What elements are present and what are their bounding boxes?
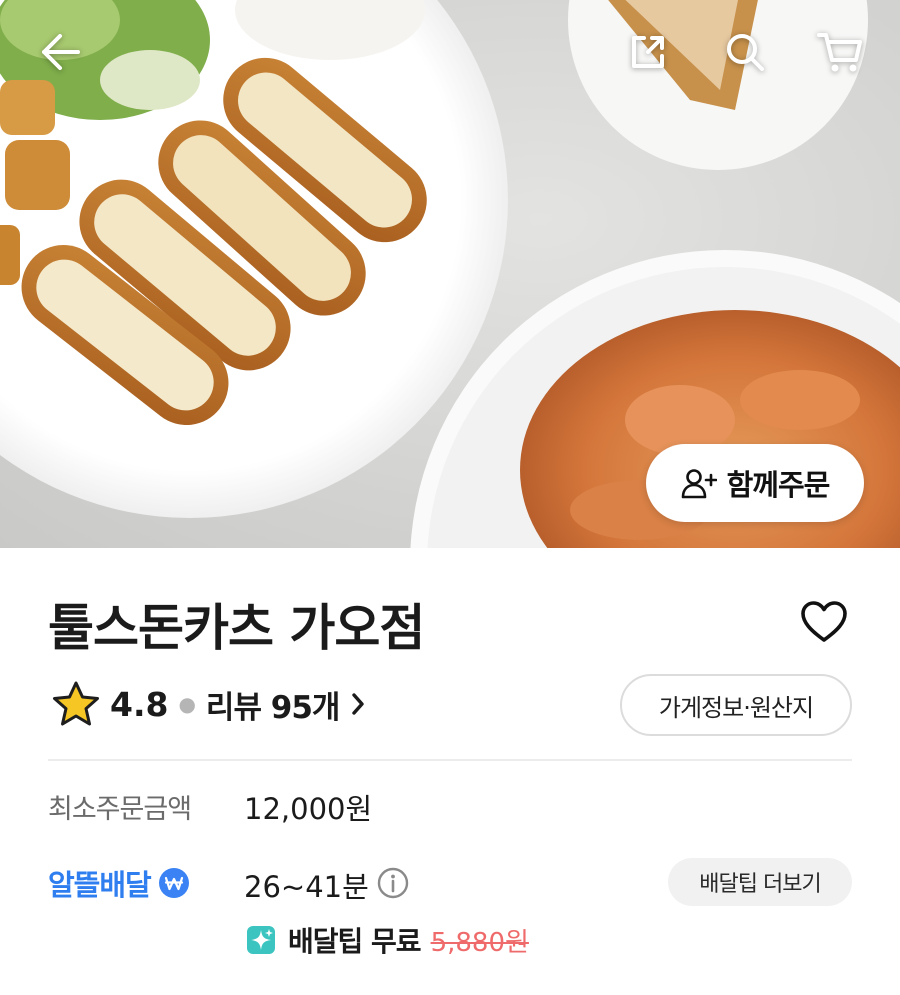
- share-icon: [632, 36, 664, 68]
- won-badge-icon: [158, 868, 189, 898]
- cart-button[interactable]: [810, 22, 870, 82]
- free-tip-row: 배달팁 무료 5,880원: [246, 920, 529, 960]
- section-divider: [48, 759, 852, 761]
- star-icon: [48, 676, 104, 732]
- favorite-button[interactable]: [796, 594, 852, 650]
- rating-value: 4.8: [110, 684, 169, 724]
- search-icon: [727, 34, 764, 71]
- share-button[interactable]: [618, 22, 678, 82]
- back-button[interactable]: [30, 22, 90, 82]
- review-count: 리뷰 95개: [205, 689, 340, 726]
- min-order-value: 12,000원: [244, 792, 373, 826]
- chevron-right-icon: [351, 692, 365, 716]
- review-link[interactable]: 리뷰 95개: [206, 682, 366, 727]
- arrow-left-icon: [42, 34, 80, 70]
- rating-row: 4.8 ● 리뷰 95개: [48, 676, 365, 732]
- sparkle-icon: [246, 925, 276, 955]
- delivery-time: 26~41분: [244, 870, 369, 904]
- group-order-label: 함께주문: [726, 468, 831, 502]
- search-button[interactable]: [715, 22, 775, 82]
- delivery-type-label: 알뜰배달: [48, 868, 152, 902]
- heart-outline-icon: [801, 601, 847, 642]
- delivery-tip-more-button[interactable]: 배달팁 더보기: [668, 858, 852, 906]
- store-hero-image: 함께주문: [0, 0, 900, 548]
- cart-icon: [817, 33, 862, 72]
- free-tip-label: 배달팁 무료: [288, 925, 422, 958]
- group-order-button[interactable]: 함께주문: [646, 444, 864, 522]
- store-name: 툴스돈카츠 가오점: [48, 599, 425, 657]
- info-icon[interactable]: [376, 866, 410, 900]
- delivery-type-option[interactable]: 알뜰배달: [48, 862, 189, 904]
- original-tip-price: 5,880원: [430, 927, 529, 958]
- min-order-label: 최소주문금액: [48, 794, 192, 825]
- store-info-origin-button[interactable]: 가게정보·원산지: [620, 674, 852, 736]
- separator-dot: ●: [178, 692, 196, 716]
- person-add-icon: [681, 469, 717, 499]
